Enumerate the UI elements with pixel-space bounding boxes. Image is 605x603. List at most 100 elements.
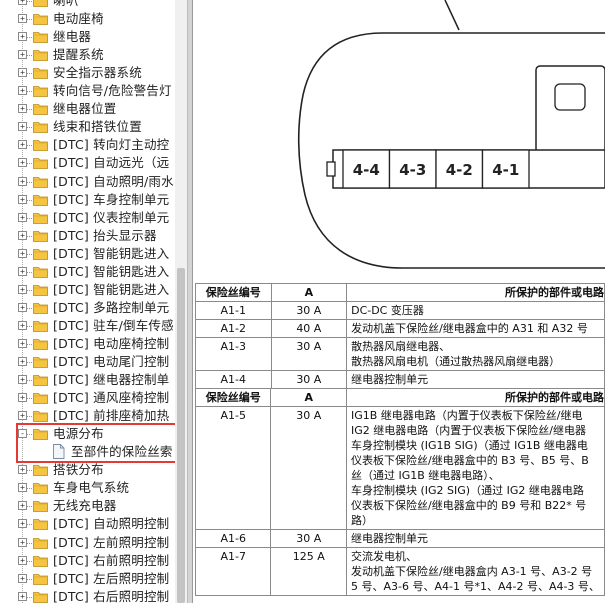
tree-item[interactable]: + [DTC] 仪表控制单元 [0,209,175,227]
amperage-cell: 30 A [270,529,347,548]
expand-icon[interactable]: + [18,122,27,132]
expand-icon[interactable]: + [18,0,27,5]
tree-item[interactable]: + [DTC] 智能钥匙进入 [0,281,175,299]
fuse-number-cell: A1-7 [194,547,272,596]
tree-connector [27,524,32,526]
expand-icon[interactable]: + [18,483,27,493]
expand-icon[interactable]: + [18,68,27,78]
tree-connector [27,488,32,490]
expand-icon[interactable]: + [18,573,27,583]
tree-item-label: 安全指示器系统 [53,65,142,81]
tree-item[interactable]: + [DTC] 车身控制单元 [0,191,175,209]
expand-icon[interactable]: + [18,230,27,240]
tree-connector [27,127,32,129]
scrollbar-thumb[interactable] [177,268,185,603]
tree-item-label: [DTC] 右后照明控制 [53,588,170,603]
tree-item[interactable]: + [DTC] 左前照明控制 [0,534,175,552]
folder-icon [33,86,48,98]
folder-icon [33,194,48,206]
tree-item[interactable]: + 无线充电器 [0,497,175,515]
tree-item[interactable]: + 提醒系统 [0,46,175,64]
folder-icon [33,14,48,25]
tree-item[interactable]: + 喇叭 [0,0,175,10]
expand-icon[interactable]: + [18,158,27,168]
tree-item[interactable]: + 车身电气系统 [0,479,175,497]
amperage-cell: 40 A [270,319,348,338]
tree-item[interactable]: + [DTC] 电动尾门控制 [0,353,175,371]
tree-item[interactable]: + [DTC] 电动座椅控制 [0,335,175,353]
expand-icon[interactable]: + [18,537,27,547]
fuse-label: 4-2 [446,161,473,179]
tree-item[interactable]: + [DTC] 抬头显示器 [0,227,175,245]
tree-item-label: 车身电气系统 [53,480,130,496]
document-content: 4-4 4-3 4-2 4-1 保险丝编号 A 所保护的部件或电路 A1-1 30 AD… [193,0,605,603]
expand-icon[interactable]: + [18,320,27,330]
expand-icon[interactable]: + [18,50,27,60]
expand-icon[interactable]: + [18,555,27,565]
tree-connector [27,91,32,93]
navigation-tree: + 喇叭 + 电动座椅 + 继电器 + 提醒系统 + 安全指示器系统 + 转向信号/危险警告灯 + 继电器… [0,0,175,603]
tree-item[interactable]: + [DTC] 自动远光（远 [0,154,175,172]
expand-icon[interactable]: + [18,194,27,204]
tree-item-label: [DTC] 电动尾门控制 [53,354,170,369]
folder-icon [33,212,48,224]
expand-icon[interactable]: + [18,104,27,114]
circuit-description-line: 散热器风扇电机（通过散热器风扇继电器） [351,355,561,368]
expand-icon[interactable]: + [18,248,27,258]
expand-icon[interactable]: + [18,32,27,42]
expand-icon[interactable]: + [18,284,27,294]
fuse-number-cell: A1-6 [194,529,272,548]
tree-item-label: [DTC] 右前照明控制 [53,552,170,568]
table-row: A1-1 30 A DC-DC 变压器 [195,301,605,320]
tree-item[interactable]: + [DTC] 左后照明控制 [0,570,175,588]
tree-connector [27,380,32,382]
tree-item-label: [DTC] 自动照明/雨水 [53,173,174,189]
tree-item[interactable]: + [DTC] 继电器控制单 [0,371,175,389]
tree-item[interactable]: + [DTC] 右后照明控制 [0,588,175,603]
expand-icon[interactable]: + [18,411,27,421]
tree-connector [27,163,32,165]
tree-scrollbar[interactable] [175,0,187,603]
expand-icon[interactable]: + [18,338,27,348]
tree-item[interactable]: + [DTC] 通风座椅控制 [0,389,175,407]
tree-item[interactable]: + [DTC] 智能钥匙进入 [0,245,175,263]
folder-icon [33,104,48,116]
expand-icon[interactable]: + [18,266,27,276]
tree-item-label: 继电器位置 [53,101,117,117]
tree-item[interactable]: + [DTC] 多路控制单元 [0,299,175,317]
tree-item[interactable]: + [DTC] 自动照明/雨水 [0,173,175,191]
protected-circuit-cell: 发动机盖下保险丝/继电器盒中的 A31 和 A32 号 [346,319,605,338]
expand-icon[interactable]: + [18,465,27,475]
expand-icon[interactable]: + [18,212,27,222]
expand-icon[interactable]: + [18,519,27,529]
tree-item[interactable]: + [DTC] 驻车/倒车传感 [0,317,175,335]
tree-item[interactable]: + 搭铁分布 [0,461,175,479]
expand-icon[interactable]: + [18,140,27,150]
tree-item[interactable]: + 继电器位置 [0,100,175,118]
expand-icon[interactable]: + [18,501,27,511]
tree-item[interactable]: + [DTC] 智能钥匙进入 [0,263,175,281]
protected-circuit-cell: 散热器风扇继电器、 散热器风扇电机（通过散热器风扇继电器） [346,337,605,371]
expand-icon[interactable]: + [18,393,27,403]
fuse-label: 4-1 [492,161,519,179]
tree-item[interactable]: + [DTC] 自动照明控制 [0,515,175,533]
tree-item[interactable]: + 继电器 [0,28,175,46]
folder-icon [33,176,48,188]
expand-icon[interactable]: + [18,302,27,312]
expand-icon[interactable]: + [18,14,27,24]
tree-item[interactable]: + [DTC] 右前照明控制 [0,552,175,570]
tree-item[interactable]: + 转向信号/危险警告灯 [0,82,175,100]
tree-item[interactable]: + [DTC] 转向灯主动控 [0,136,175,154]
expand-icon[interactable]: + [18,86,27,96]
tree-item[interactable]: + 电动座椅 [0,10,175,28]
expand-icon[interactable]: + [18,357,27,366]
tree-item-label: 转向信号/危险警告灯 [53,83,172,99]
tree-connector [27,145,32,147]
expand-icon[interactable]: + [18,375,27,385]
tree-item[interactable]: + 安全指示器系统 [0,64,175,82]
expand-icon[interactable]: + [18,176,27,186]
expand-icon[interactable]: + [18,591,27,601]
tree-connector [27,199,32,201]
tree-item[interactable]: + 线束和搭铁位置 [0,118,175,136]
tree-connector [27,307,32,309]
